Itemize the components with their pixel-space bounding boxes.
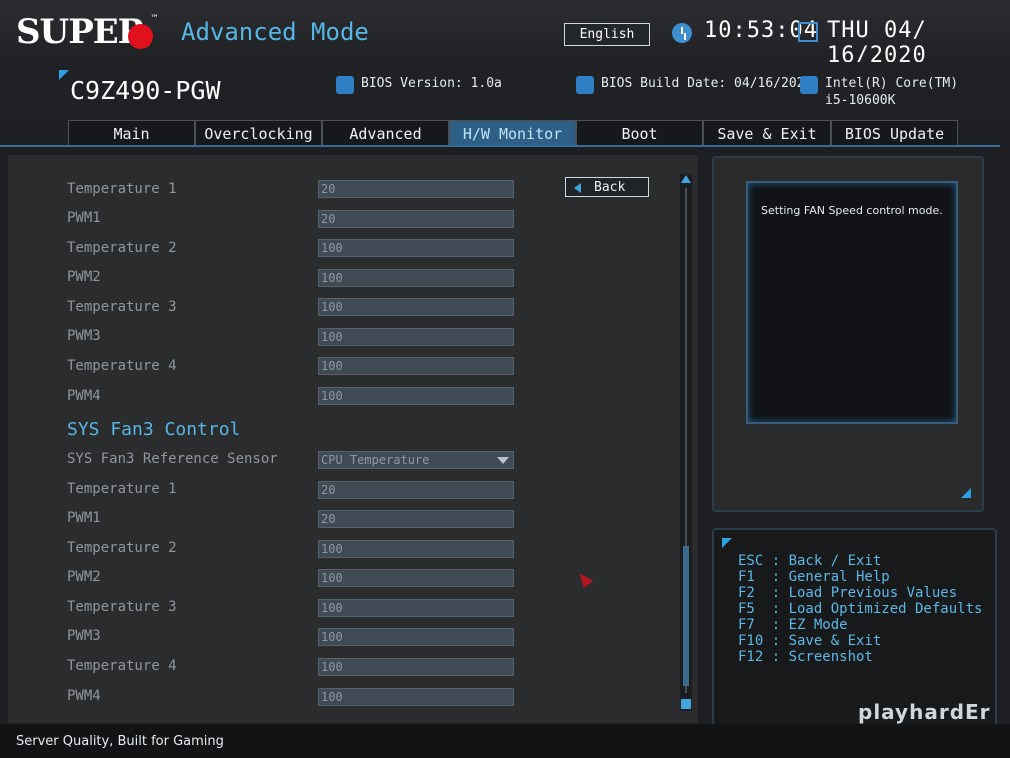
bios-chip-icon: [336, 76, 354, 94]
setting-label: Temperature 3: [67, 599, 177, 615]
setting-value-field[interactable]: 100: [318, 658, 514, 676]
section-heading: SYS Fan3 Control: [67, 419, 241, 440]
setting-value-field[interactable]: 20: [318, 481, 514, 499]
footer-slogan: Server Quality, Built for Gaming: [16, 734, 224, 749]
reference-sensor-dropdown[interactable]: CPU Temperature: [318, 451, 514, 469]
corner-accent-icon: [59, 70, 69, 80]
calendar-icon: [798, 22, 818, 42]
back-label: Back: [594, 180, 626, 195]
setting-label: Temperature 4: [67, 658, 177, 674]
setting-value-field[interactable]: 100: [318, 269, 514, 287]
tab-save-exit[interactable]: Save & Exit: [703, 120, 831, 146]
setting-value-field[interactable]: 100: [318, 569, 514, 587]
setting-value-field[interactable]: 100: [318, 688, 514, 706]
setting-label: PWM1: [67, 210, 101, 226]
hotkey-item: F10 : Save & Exit: [738, 633, 882, 649]
corner-accent-icon: [961, 488, 971, 498]
main-tabs: Main Overclocking Advanced H/W Monitor B…: [68, 120, 958, 146]
back-button[interactable]: Back: [565, 177, 649, 197]
tab-overclocking[interactable]: Overclocking: [195, 120, 322, 146]
scroll-up-arrow-icon[interactable]: [681, 175, 691, 183]
cpu-name: Intel(R) Core(TM): [825, 76, 959, 91]
setting-label: PWM3: [67, 328, 101, 344]
bios-build-date: BIOS Build Date: 04/16/2020: [601, 76, 813, 91]
setting-value-field[interactable]: 100: [318, 387, 514, 405]
setting-label: PWM3: [67, 628, 101, 644]
help-description: Setting FAN Speed control mode.: [761, 204, 943, 217]
setting-value-field[interactable]: 100: [318, 599, 514, 617]
setting-value-field[interactable]: 20: [318, 210, 514, 228]
logo-red-dot-icon: [128, 24, 153, 49]
setting-label: PWM1: [67, 510, 101, 526]
mode-title: Advanced Mode: [181, 18, 369, 46]
scroll-down-arrow-icon[interactable]: [681, 699, 691, 709]
reference-sensor-value: CPU Temperature: [321, 453, 430, 467]
clock-icon: [672, 23, 692, 43]
tab-hw-monitor[interactable]: H/W Monitor: [449, 120, 576, 146]
tab-bios-update[interactable]: BIOS Update: [831, 120, 958, 146]
setting-value-field[interactable]: 100: [318, 239, 514, 257]
setting-value-field[interactable]: 100: [318, 328, 514, 346]
hotkey-item: F12 : Screenshot: [738, 649, 873, 665]
reference-sensor-label: SYS Fan3 Reference Sensor: [67, 451, 278, 467]
tab-boot[interactable]: Boot: [576, 120, 703, 146]
setting-label: PWM4: [67, 688, 101, 704]
setting-label: Temperature 2: [67, 540, 177, 556]
setting-value-field[interactable]: 100: [318, 540, 514, 558]
scrollbar-thumb[interactable]: [683, 546, 689, 686]
corner-accent-icon: [722, 538, 732, 548]
tab-underline: [0, 145, 1000, 147]
hotkey-item: F1 : General Help: [738, 569, 890, 585]
build-chip-icon: [576, 76, 594, 94]
setting-label: PWM2: [67, 569, 101, 585]
setting-value-field[interactable]: 100: [318, 357, 514, 375]
hotkey-item: F2 : Load Previous Values: [738, 585, 958, 601]
arrow-left-icon: [574, 183, 581, 193]
cpu-model: i5-10600K: [825, 93, 896, 108]
hotkey-item: F5 : Load Optimized Defaults: [738, 601, 983, 617]
setting-label: Temperature 2: [67, 240, 177, 256]
setting-value-field[interactable]: 100: [318, 628, 514, 646]
tab-main[interactable]: Main: [68, 120, 195, 146]
setting-label: Temperature 4: [67, 358, 177, 374]
trademark-mark: ™: [150, 14, 159, 24]
chevron-down-icon: [497, 457, 509, 464]
cpu-icon: [800, 76, 818, 94]
tab-advanced[interactable]: Advanced: [322, 120, 449, 146]
bios-version: BIOS Version: 1.0a: [361, 76, 502, 91]
setting-label: PWM4: [67, 388, 101, 404]
language-button[interactable]: English: [564, 23, 650, 46]
watermark-logo: playhardEr: [858, 700, 991, 724]
setting-value-field[interactable]: 20: [318, 180, 514, 198]
setting-label: Temperature 1: [67, 181, 177, 197]
setting-value-field[interactable]: 20: [318, 510, 514, 528]
hotkey-item: F7 : EZ Mode: [738, 617, 848, 633]
setting-value-field[interactable]: 100: [318, 298, 514, 316]
system-date[interactable]: THU 04/ 16/2020: [827, 18, 1010, 68]
setting-label: PWM2: [67, 269, 101, 285]
setting-label: Temperature 1: [67, 481, 177, 497]
board-model: C9Z490-PGW: [70, 76, 221, 105]
hotkey-item: ESC : Back / Exit: [738, 553, 882, 569]
supermicro-logo: SUPER: [16, 12, 146, 52]
setting-label: Temperature 3: [67, 299, 177, 315]
